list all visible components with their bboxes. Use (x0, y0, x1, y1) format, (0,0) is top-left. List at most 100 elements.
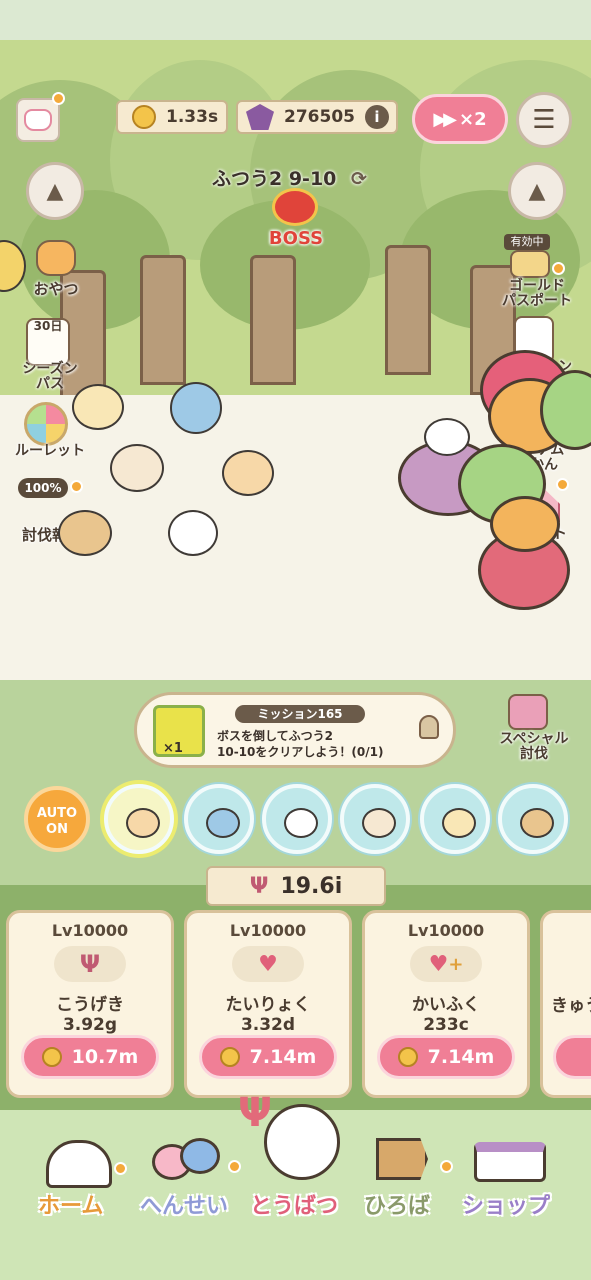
notification-dot (556, 478, 569, 491)
notification-dot (52, 92, 65, 105)
gold-coin-icon (132, 105, 156, 129)
gem-chip: 276505 i (236, 100, 398, 134)
auto-on-button[interactable]: AUTO ON (24, 786, 90, 852)
gem-value: 276505 (284, 107, 355, 127)
upgrade-card-attack: Lv10000 Ψ こうげき 3.92g 10.7m (6, 910, 174, 1098)
notification-dot (114, 1162, 127, 1175)
coin-icon (41, 1047, 62, 1067)
battle-character-icon[interactable] (264, 1104, 340, 1180)
party-slot-chiikawa[interactable] (262, 784, 332, 854)
party-slot-rabbit[interactable] (420, 784, 490, 854)
formation-icon-2 (180, 1138, 220, 1174)
profile-button[interactable] (16, 98, 60, 142)
power-fork-icon: Ψ (249, 873, 269, 899)
time-value: 1.33s (166, 107, 219, 127)
scroll-up-left-button[interactable]: ▲ (26, 162, 84, 220)
menu-button[interactable]: ☰ (516, 92, 572, 148)
nav-home[interactable]: ホーム (38, 1188, 103, 1220)
coin-icon (397, 1047, 418, 1067)
home-house-icon[interactable] (46, 1140, 112, 1188)
fast-forward-icon: ▶▶ (433, 108, 457, 130)
signpost-icon[interactable] (376, 1138, 428, 1180)
notification-dot (440, 1160, 453, 1173)
boss-button[interactable]: BOSS (264, 188, 328, 254)
reward-count: ×1 (163, 741, 183, 756)
enemy-ladybug-head (424, 418, 470, 456)
gold-passport-label[interactable]: ゴールド パスポート (492, 279, 582, 309)
snack-icon[interactable] (36, 240, 76, 276)
special-hunt-label[interactable]: スペシャル 討伐 (488, 732, 580, 762)
upgrade-heal-button[interactable]: 7.14m (377, 1035, 515, 1079)
card-name: かいふく (412, 995, 480, 1015)
alarm-icon (272, 188, 318, 226)
card-level: Lv10000 (407, 921, 485, 940)
up-arrow-icon: ▲ (528, 178, 546, 204)
roulette-label[interactable]: ルーレット (10, 444, 90, 459)
mission-text-2: 10-10をクリアしよう！(0/1) (217, 745, 384, 759)
passport-icon[interactable] (510, 250, 550, 278)
up-arrow-icon: ▲ (46, 178, 64, 204)
mission-banner[interactable]: ×1 ミッション165 ボスを倒してふつう2 10-10をクリアしよう！(0/1… (134, 692, 456, 768)
scroll-up-right-button[interactable]: ▲ (508, 162, 566, 220)
mission-text-1: ボスを倒してふつう2 (217, 729, 333, 743)
active-badge: 有効中 (504, 234, 550, 250)
card-name: たいりょく (225, 995, 311, 1015)
nav-formation[interactable]: へんせい (140, 1188, 228, 1220)
special-hunt-icon[interactable] (508, 694, 548, 730)
party-slot-blue-hood[interactable] (184, 784, 254, 854)
card-level: Lv10000 (229, 921, 307, 940)
enemy-orange-bug (490, 496, 560, 552)
upgrade-hp-button[interactable]: 7.14m (199, 1035, 337, 1079)
snack-label[interactable]: おやつ (26, 282, 86, 297)
refresh-icon[interactable]: ⟳ (351, 168, 367, 190)
card-level: Lv10000 (51, 921, 129, 940)
list-icon: ☰ (532, 105, 556, 135)
party-slot-kuri[interactable] (498, 784, 568, 854)
coin-icon (219, 1047, 240, 1067)
notification-dot (552, 262, 565, 275)
upgrade-attack-button[interactable]: 10.7m (21, 1035, 159, 1079)
avatar (24, 109, 52, 131)
nav-battle[interactable]: とうばつ (250, 1188, 338, 1220)
magician-character (222, 450, 274, 496)
nav-plaza[interactable]: ひろば (364, 1188, 430, 1220)
roulette-icon[interactable] (24, 402, 68, 446)
gem-icon (246, 104, 274, 130)
auto-label: AUTO (36, 806, 78, 821)
speed-button[interactable]: ▶▶ ×2 (412, 94, 508, 144)
card-name: きゅう (551, 996, 591, 1016)
bell-icon[interactable] (419, 715, 439, 739)
blue-hood-character (170, 382, 222, 434)
heart-plus-icon: ♥ + (410, 946, 482, 982)
notification-dot (70, 480, 83, 493)
reward-percent-badge: 100% (18, 478, 68, 498)
heart-icon: ♥ (232, 946, 304, 982)
attack-fork-icon: Ψ (54, 946, 126, 982)
notification-dot (228, 1160, 241, 1173)
on-label: ON (46, 822, 68, 837)
time-chip: 1.33s (116, 100, 228, 134)
boss-text: BOSS (268, 228, 324, 249)
upgrade-card-partial: きゅう (540, 910, 591, 1098)
shop-icon[interactable] (474, 1142, 546, 1182)
kuri-character (58, 510, 112, 556)
battle-fork-icon: Ψ (238, 1090, 272, 1136)
stage-title: ふつう2 9-10 ⟳ (212, 168, 367, 190)
party-slot-magician[interactable] (104, 784, 174, 854)
speed-label: ×2 (459, 108, 487, 130)
nav-shop[interactable]: ショップ (462, 1188, 550, 1220)
power-value: 19.6i (280, 873, 343, 899)
season-days-badge: 30日 (33, 319, 63, 333)
card-value: 3.92g (62, 1015, 118, 1035)
card-name: こうげき (56, 995, 124, 1015)
hedgehog-character (110, 444, 164, 492)
upgrade-partial-button[interactable] (553, 1035, 591, 1079)
info-icon[interactable]: i (364, 105, 389, 129)
card-value: 3.32d (240, 1015, 296, 1035)
mission-title: ミッション165 (235, 705, 365, 723)
power-chip: Ψ 19.6i (206, 866, 386, 906)
party-slot-hedgehog[interactable] (340, 784, 410, 854)
rabbit-character (72, 384, 124, 430)
season-pass-label[interactable]: シーズン パス (14, 362, 86, 392)
chiikawa-character (168, 510, 218, 556)
